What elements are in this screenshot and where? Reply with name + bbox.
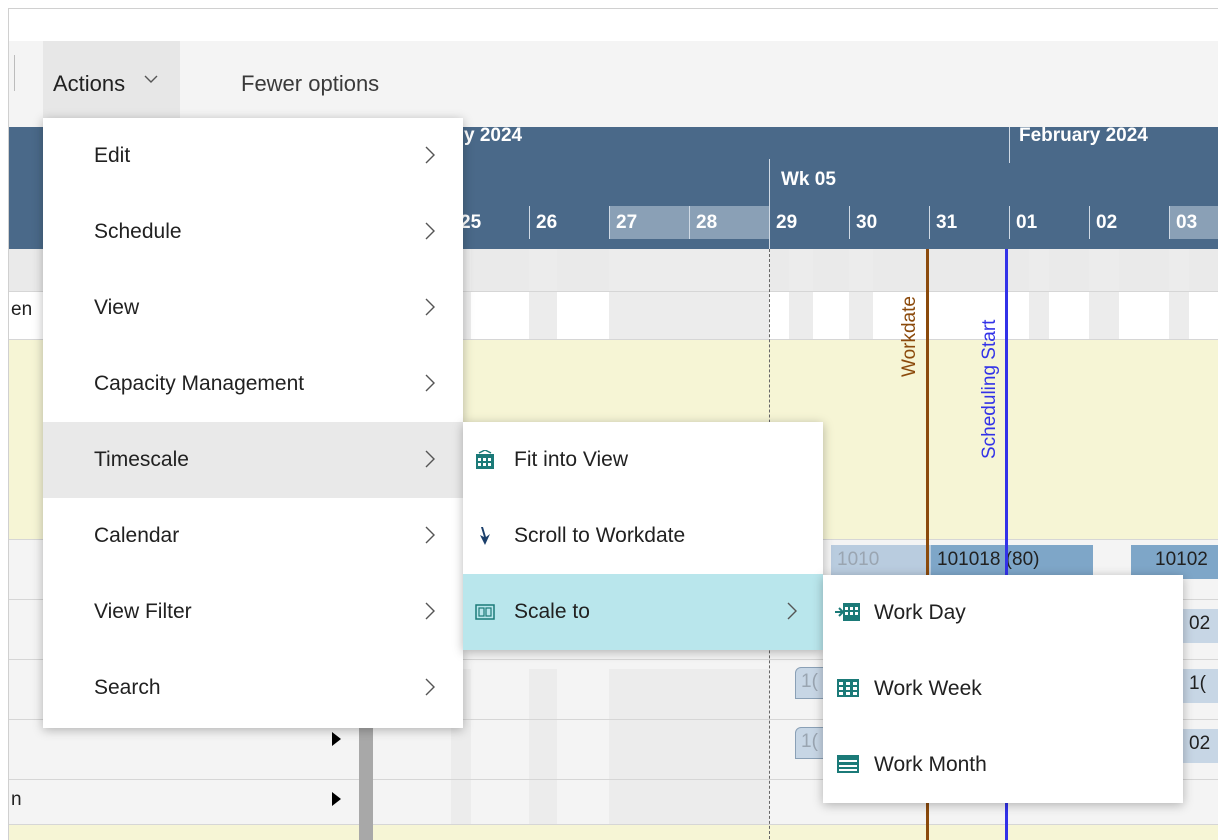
menu-item-view[interactable]: View [43,270,463,346]
chevron-right-icon [787,602,797,620]
day-header[interactable]: 27 [609,206,689,239]
day-shade [1089,249,1119,339]
action-bar: Actions Fewer options [9,41,1218,127]
menu-item-label: Calendar [94,524,180,547]
day-shade [1169,249,1189,339]
chevron-right-icon [425,146,435,164]
day-header[interactable]: 03 [1169,206,1218,239]
day-shade [609,249,769,339]
submenu-item-label: Scroll to Workdate [514,524,686,547]
day-shade [529,249,557,339]
actions-button[interactable]: Actions [43,41,180,127]
day-shade [609,669,769,840]
day-shade [789,249,813,339]
submenu-item-work-month[interactable]: Work Month [823,727,1183,803]
task-chip-text: 1( [801,671,818,692]
chevron-right-icon [425,222,435,240]
chevron-right-icon [425,526,435,544]
menu-item-capacity-management[interactable]: Capacity Management [43,346,463,422]
work-day-icon [835,603,860,621]
month-label: y 2024 [464,125,523,146]
work-month-icon [837,755,859,773]
menu-item-label: View [94,296,140,319]
menu-item-label: Capacity Management [94,372,305,395]
expand-arrow-icon[interactable] [332,732,341,746]
scale-to-submenu: Work Day Work Week Work Month [823,575,1183,803]
day-header[interactable]: 30 [849,206,929,239]
workdate-label: Workdate [899,296,920,377]
left-row-label: en [11,299,33,320]
day-header[interactable]: 01 [1009,206,1089,239]
day-header[interactable]: 31 [929,206,1009,239]
menu-item-calendar[interactable]: Calendar [43,498,463,574]
task-bar-text: 101018 (80) [937,549,1040,570]
task-chip-text: 02 [1189,733,1211,754]
day-shade [529,669,557,840]
day-shade [849,249,873,339]
task-chip-text: 1( [1189,673,1206,694]
task-chip-text: 1( [801,731,818,752]
menu-item-label: View Filter [94,600,192,623]
day-header[interactable]: 26 [529,206,609,239]
chevron-right-icon [425,450,435,468]
menu-item-label: Timescale [94,448,189,471]
week-label: Wk 05 [781,169,836,190]
left-row-label: n [11,789,22,810]
day-header[interactable]: 29 [769,206,849,239]
timescale-submenu: Fit into View Scroll to Workdate Scale t… [463,422,823,650]
day-header[interactable]: 28 [689,206,769,239]
toolbar-separator [14,55,15,91]
submenu-item-label: Scale to [514,600,590,623]
actions-label: Actions [53,71,126,96]
task-bar-text: 1010 [837,549,880,570]
work-week-icon [837,679,859,697]
menu-item-edit[interactable]: Edit [43,118,463,194]
menu-item-timescale[interactable]: Timescale [43,422,463,498]
day-header[interactable]: 02 [1089,206,1169,239]
submenu-item-scale-to[interactable]: Scale to [463,574,823,650]
scroll-down-arrow-icon [480,527,490,545]
day-header[interactable]: 25 [453,206,529,239]
expand-arrow-icon[interactable] [332,792,341,806]
menu-item-view-filter[interactable]: View Filter [43,574,463,650]
task-bar-text: 10102 [1155,549,1208,570]
chevron-right-icon [425,374,435,392]
left-pane-splitter[interactable] [359,719,373,840]
fit-into-view-icon [476,450,494,469]
scale-to-icon [475,604,495,620]
fewer-options-button[interactable]: Fewer options [241,71,379,97]
chevron-down-icon [144,75,158,83]
chevron-right-icon [425,298,435,316]
menu-item-schedule[interactable]: Schedule [43,194,463,270]
actions-menu: Edit Schedule View Capacity Management T… [43,118,463,728]
menu-item-label: Search [94,676,161,699]
submenu-item-fit-into-view[interactable]: Fit into View [463,422,823,498]
submenu-item-work-day[interactable]: Work Day [823,575,1183,651]
chevron-right-icon [425,678,435,696]
submenu-item-label: Fit into View [514,448,628,471]
submenu-item-scroll-to-workdate[interactable]: Scroll to Workdate [463,498,823,574]
menu-item-label: Schedule [94,220,182,243]
task-chip-text: 02 [1189,613,1211,634]
submenu-item-label: Work Day [874,601,966,624]
submenu-item-work-week[interactable]: Work Week [823,651,1183,727]
month-label: February 2024 [1019,125,1148,146]
submenu-item-label: Work Week [874,677,982,700]
scheduling-start-label: Scheduling Start [979,319,1000,459]
menu-item-label: Edit [94,144,131,167]
chevron-right-icon [425,602,435,620]
menu-item-search[interactable]: Search [43,650,463,726]
submenu-item-label: Work Month [874,753,987,776]
row-bottom-highlight [9,825,1218,840]
day-shade [1029,249,1049,339]
